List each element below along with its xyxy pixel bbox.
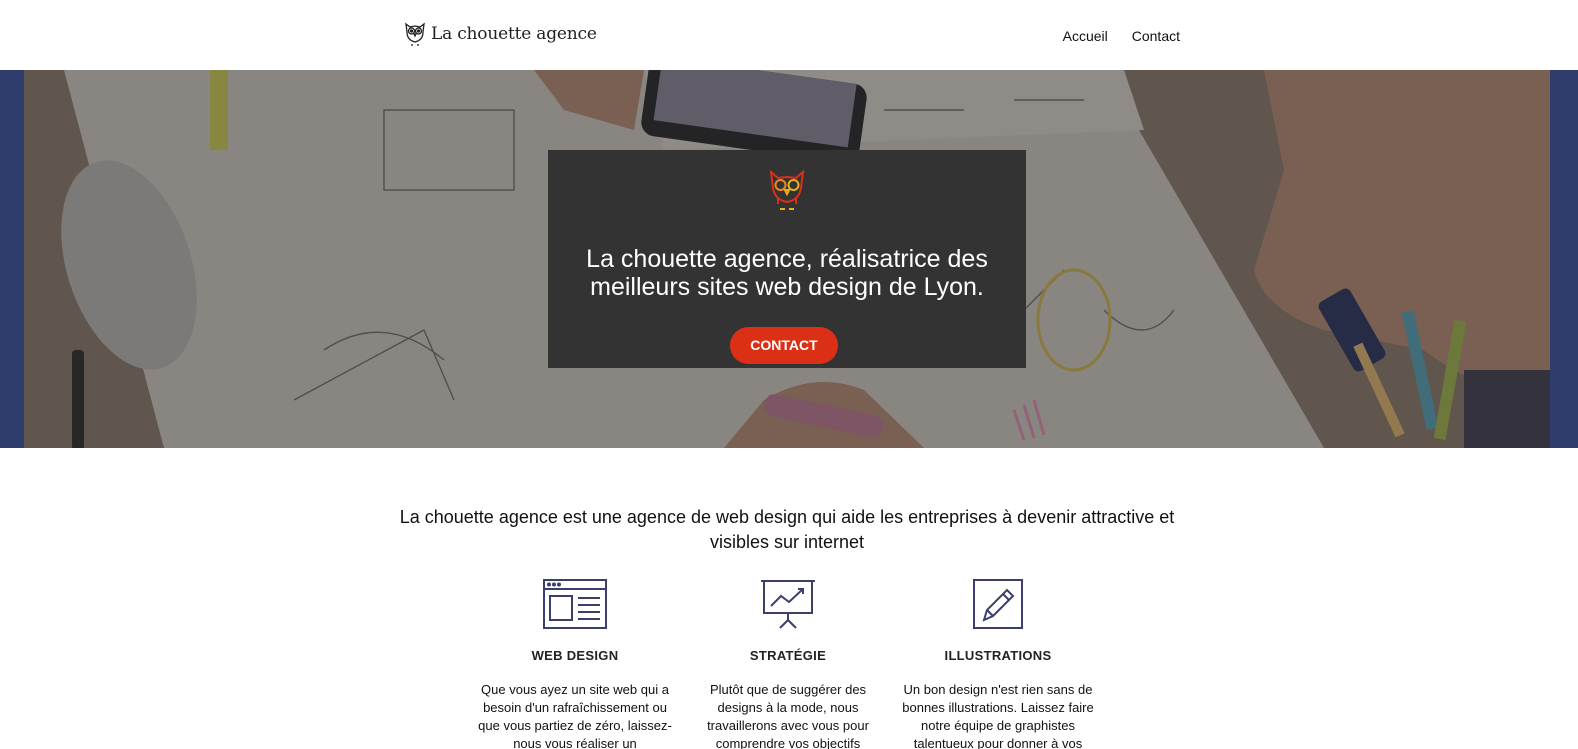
hero-side-strip-right <box>1550 70 1578 448</box>
service-description: Plutôt que de suggérer des designs à la … <box>707 682 869 749</box>
owl-logo-icon <box>769 169 805 210</box>
intro-text: La chouette agence est une agence de web… <box>399 507 1175 552</box>
site-header: La chouette agence Accueil Contact <box>0 0 1578 70</box>
main-nav: Accueil Contact <box>1063 28 1180 44</box>
hero-contact-button[interactable]: CONTACT <box>730 327 838 364</box>
pencil-illustration-icon <box>973 579 1023 629</box>
owl-icon <box>405 22 425 46</box>
service-strategie: STRATÉGIE Plutôt que de suggérer des des… <box>688 578 888 749</box>
service-description: Un bon design n'est rien sans de bonnes … <box>902 682 1094 749</box>
service-title: STRATÉGIE <box>749 648 827 663</box>
service-illustrations: ILLUSTRATIONS Un bon design n'est rien s… <box>898 578 1098 749</box>
site-logo[interactable]: La chouette agence <box>403 20 597 48</box>
nav-link-contact[interactable]: Contact <box>1132 28 1180 44</box>
hero-card: La chouette agence, réalisatrice des mei… <box>548 150 1026 368</box>
logo-text: La chouette agence <box>431 24 597 44</box>
hero-banner: La chouette agence, réalisatrice des mei… <box>0 70 1578 448</box>
nav-link-accueil[interactable]: Accueil <box>1063 28 1108 44</box>
hero-title: La chouette agence, réalisatrice des mei… <box>586 245 988 301</box>
web-design-icon <box>543 579 607 629</box>
strategy-presentation-icon <box>761 580 815 629</box>
hero-side-strip-left <box>0 70 24 448</box>
service-description: Que vous ayez un site web qui a besoin d… <box>478 682 672 749</box>
service-web-design: WEB DESIGN Que vous ayez un site web qui… <box>475 578 675 749</box>
service-title: WEB DESIGN <box>531 648 619 663</box>
service-title: ILLUSTRATIONS <box>944 648 1052 663</box>
